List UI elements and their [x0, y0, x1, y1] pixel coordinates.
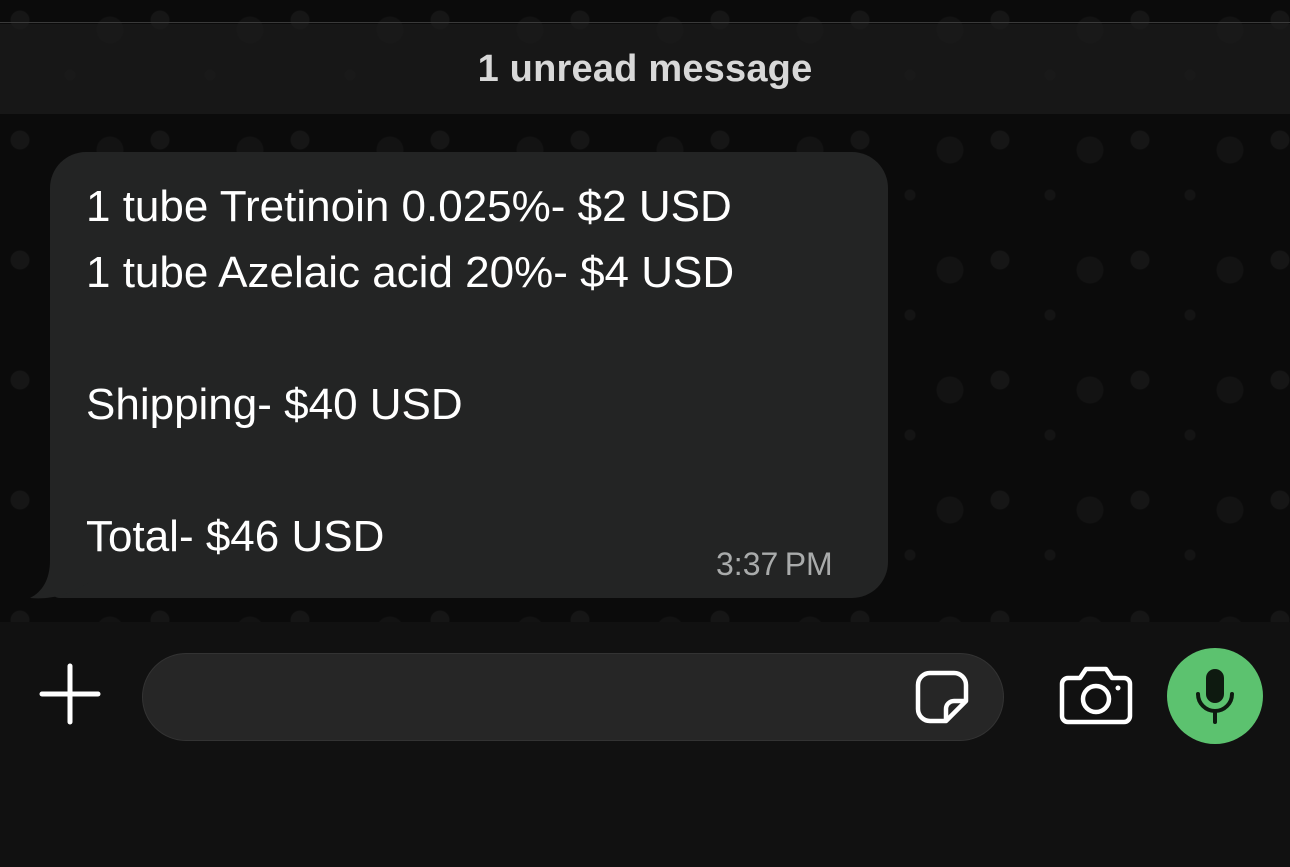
microphone-button[interactable] [1167, 648, 1263, 744]
top-divider [0, 22, 1290, 23]
unread-banner-label: 1 unread message [477, 47, 813, 90]
message-line-shipping: Shipping- $40 USD [86, 380, 463, 429]
message-line-tretinoin: 1 tube Tretinoin 0.025%- $2 USD [86, 182, 732, 231]
message-line-azelaic-acid: 1 tube Azelaic acid 20%- $4 USD [86, 248, 735, 297]
camera-icon[interactable] [1058, 664, 1134, 726]
plus-icon[interactable] [38, 662, 102, 726]
bubble-tail [30, 560, 90, 599]
unread-banner: 1 unread message [0, 24, 1290, 114]
message-input[interactable] [142, 653, 1004, 741]
message-line-total: Total- $46 USD [86, 512, 385, 561]
microphone-icon [1196, 669, 1234, 724]
message-timestamp: 3:37 PM [716, 546, 833, 582]
sticker-icon[interactable] [912, 667, 972, 727]
